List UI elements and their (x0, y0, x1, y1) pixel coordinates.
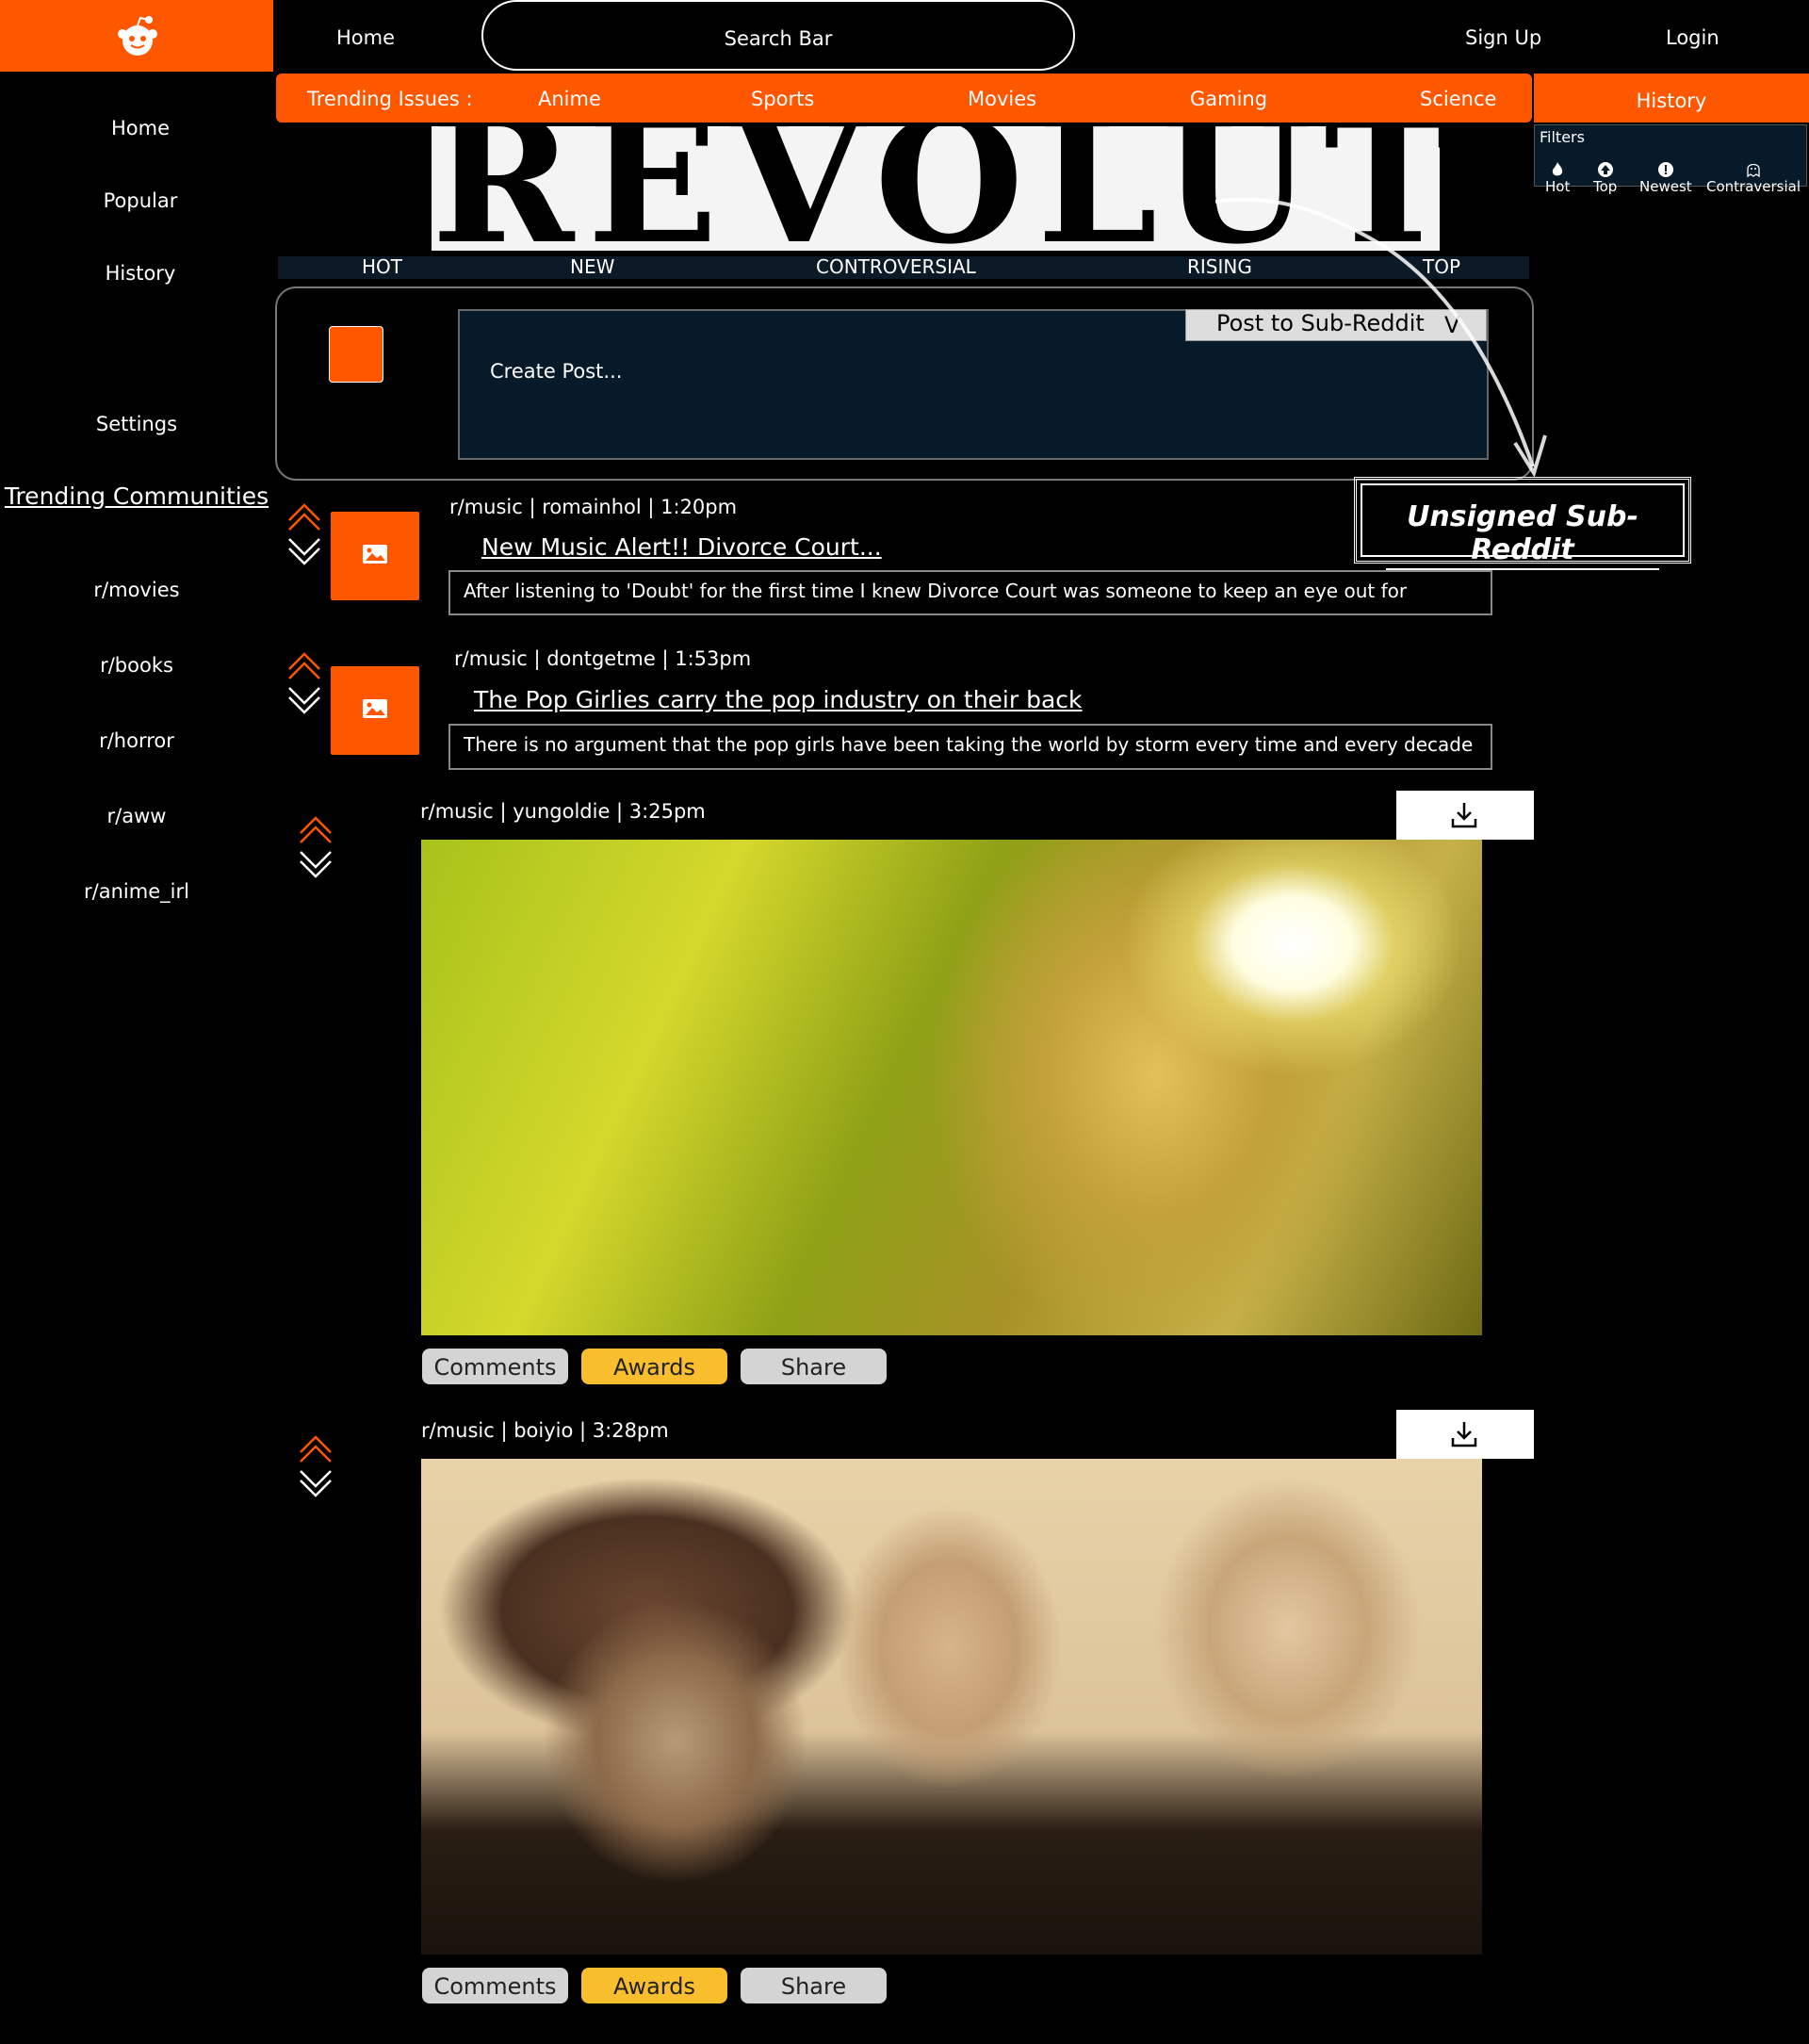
upvote-icon[interactable] (288, 503, 320, 531)
sort-tab-hot[interactable]: HOT (362, 255, 402, 278)
arrow-up-circle-icon (1597, 162, 1613, 177)
reddit-alien-icon (118, 16, 157, 56)
share-button[interactable]: Share (741, 1968, 887, 2003)
post-meta: r/music | yungoldie | 3:25pm (420, 800, 706, 823)
filter-top[interactable]: Top (1593, 161, 1617, 195)
trending-item-movies[interactable]: Movies (968, 88, 1036, 110)
vote-arrows (288, 503, 320, 565)
filter-contraversial-label: Contraversial (1706, 178, 1801, 195)
downvote-icon[interactable] (288, 538, 320, 565)
flame-icon (1553, 162, 1563, 176)
downvote-icon[interactable] (288, 687, 320, 714)
trending-item-sports[interactable]: Sports (751, 88, 814, 110)
ghost-icon (1747, 163, 1760, 178)
vote-arrows (300, 816, 332, 878)
post-image[interactable] (421, 1459, 1482, 1954)
curved-arrow-icon (1215, 197, 1547, 478)
download-button[interactable] (1396, 1410, 1534, 1459)
exclamation-badge-icon (1657, 162, 1673, 177)
comments-button[interactable]: Comments (422, 1968, 568, 2003)
awards-button[interactable]: Awards (581, 1349, 727, 1384)
download-icon (1451, 1422, 1477, 1447)
post-meta: r/music | romainhol | 1:20pm (449, 496, 738, 518)
image-icon (363, 699, 387, 718)
sidebar-item-popular[interactable]: Popular (4, 189, 277, 212)
filter-contraversial[interactable]: Contraversial (1706, 161, 1801, 195)
community-link-books[interactable]: r/books (0, 654, 273, 677)
search-bar[interactable]: Search Bar (481, 0, 1075, 71)
downvote-icon[interactable] (300, 1470, 332, 1497)
sidebar-item-history[interactable]: History (4, 262, 277, 285)
vote-arrows (288, 652, 320, 714)
post-title-link[interactable]: New Music Alert!! Divorce Court... (481, 533, 882, 561)
filters-title: Filters (1540, 128, 1585, 146)
filter-top-label: Top (1593, 178, 1618, 195)
sort-tab-controversial[interactable]: CONTROVERSIAL (816, 255, 976, 278)
community-link-movies[interactable]: r/movies (0, 579, 273, 601)
trending-item-gaming[interactable]: Gaming (1190, 88, 1267, 110)
download-button[interactable] (1396, 791, 1534, 840)
upvote-icon[interactable] (300, 1435, 332, 1463)
sign-up-button[interactable]: Sign Up (1465, 26, 1541, 49)
callout-label: Unsigned Sub-Reddit (1357, 500, 1688, 570)
upvote-icon[interactable] (300, 816, 332, 843)
post-meta: r/music | boiyio | 3:28pm (421, 1419, 669, 1442)
header-home-link[interactable]: Home (336, 26, 395, 49)
trending-item-anime[interactable]: Anime (538, 88, 601, 110)
trending-communities-heading[interactable]: Trending Communities (0, 482, 273, 510)
comments-button[interactable]: Comments (422, 1349, 568, 1384)
post-body: After listening to 'Doubt' for the first… (448, 570, 1492, 615)
awards-button[interactable]: Awards (581, 1968, 727, 2003)
trending-item-science[interactable]: Science (1420, 88, 1496, 110)
upvote-icon[interactable] (288, 652, 320, 679)
community-link-horror[interactable]: r/horror (0, 729, 273, 752)
create-post-placeholder: Create Post... (490, 360, 623, 383)
vote-arrows (300, 1435, 332, 1497)
community-link-anime-irl[interactable]: r/anime_irl (0, 880, 273, 903)
sidebar-item-home[interactable]: Home (4, 117, 277, 139)
sidebar-item-settings[interactable]: Settings (0, 413, 273, 435)
downvote-icon[interactable] (300, 851, 332, 878)
login-button[interactable]: Login (1666, 26, 1719, 49)
post-image[interactable] (421, 840, 1482, 1335)
filters-panel: Filters Hot Top Newest Contraversial (1534, 124, 1807, 195)
history-tab[interactable]: History (1534, 74, 1809, 123)
unsigned-subreddit-callout[interactable]: Unsigned Sub-Reddit (1354, 477, 1691, 566)
share-button[interactable]: Share (741, 1349, 887, 1384)
reddit-logo-button[interactable] (0, 0, 273, 72)
download-icon (1451, 803, 1477, 828)
trending-issues-label: Trending Issues : (307, 88, 473, 110)
post-thumbnail[interactable] (331, 666, 419, 755)
user-avatar[interactable] (329, 326, 383, 383)
post-thumbnail[interactable] (331, 512, 419, 600)
filter-newest-label: Newest (1639, 178, 1692, 195)
filter-newest[interactable]: Newest (1639, 161, 1692, 195)
image-icon (363, 545, 387, 564)
post-body: There is no argument that the pop girls … (448, 724, 1492, 770)
sort-tab-new[interactable]: NEW (570, 255, 614, 278)
post-meta: r/music | dontgetme | 1:53pm (454, 647, 752, 670)
post-title-link[interactable]: The Pop Girlies carry the pop industry o… (474, 686, 1083, 713)
community-link-aww[interactable]: r/aww (0, 805, 273, 827)
